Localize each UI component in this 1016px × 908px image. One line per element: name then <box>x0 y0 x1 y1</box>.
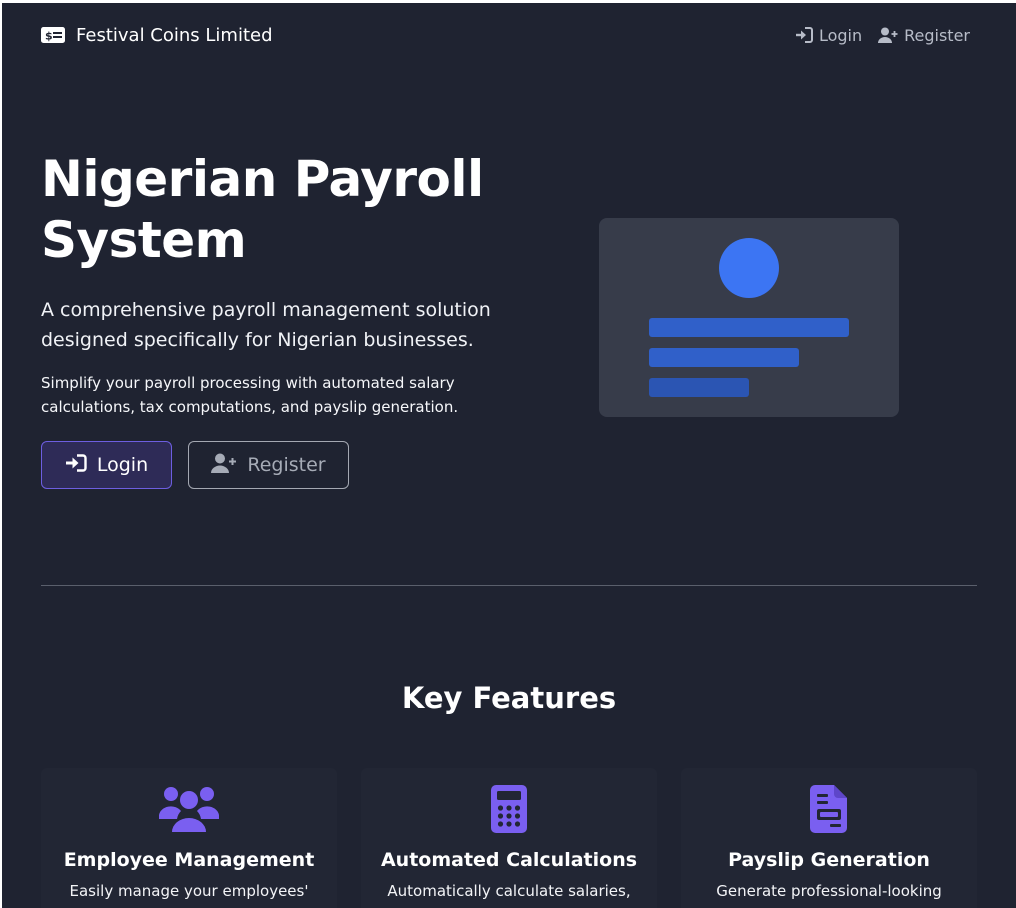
register-button-label: Register <box>247 454 326 476</box>
login-button-label: Login <box>96 454 149 476</box>
feature-name: Employee Management <box>63 849 315 871</box>
feature-card-automated-calculations: Automated Calculations Automatically cal… <box>361 768 657 908</box>
illustration-bar <box>649 318 849 337</box>
feature-name: Automated Calculations <box>380 849 638 871</box>
section-divider <box>41 585 977 586</box>
feature-description: Easily manage your employees' <box>69 882 309 900</box>
sign-in-icon <box>795 27 813 43</box>
nav-links: Login Register <box>795 26 970 45</box>
brand-link[interactable]: $ Festival Coins Limited <box>41 25 273 46</box>
nav-register-link[interactable]: Register <box>878 26 970 45</box>
sign-in-icon <box>65 453 87 477</box>
user-plus-icon <box>211 453 237 478</box>
hero-description: Simplify your payroll processing with au… <box>41 374 459 416</box>
hero-illustration <box>599 218 899 417</box>
nav-login-label: Login <box>818 25 863 45</box>
feature-card-payslip-generation: Payslip Generation Generate professional… <box>681 768 977 908</box>
nav-login-link[interactable]: Login <box>795 26 862 45</box>
illustration-avatar <box>719 238 779 298</box>
user-plus-icon <box>878 27 898 43</box>
illustration-bar <box>649 378 749 397</box>
nav-register-label: Register <box>904 25 970 45</box>
feature-description: Generate professional-looking <box>716 882 942 900</box>
hero-lead: A comprehensive payroll management solut… <box>41 299 491 351</box>
brand-name: Festival Coins Limited <box>76 24 273 46</box>
users-icon <box>41 785 337 833</box>
top-navbar: $ Festival Coins Limited Login Register <box>41 21 970 49</box>
login-button[interactable]: Login <box>41 441 172 489</box>
feature-name: Payslip Generation <box>728 849 930 871</box>
feature-card-employee-management: Employee Management Easily manage your e… <box>41 768 337 908</box>
money-bill-icon: $ <box>41 27 65 43</box>
hero-title: Nigerian Payroll System <box>41 150 484 269</box>
illustration-bar <box>649 348 799 367</box>
register-button[interactable]: Register <box>188 441 349 489</box>
svg-text:$: $ <box>45 30 53 43</box>
calculator-icon <box>361 785 657 833</box>
feature-description: Automatically calculate salaries, <box>387 882 631 900</box>
features-title: Key Features <box>401 681 617 715</box>
file-invoice-icon <box>681 785 977 833</box>
page-frame: $ Festival Coins Limited Login Register … <box>0 0 1016 908</box>
